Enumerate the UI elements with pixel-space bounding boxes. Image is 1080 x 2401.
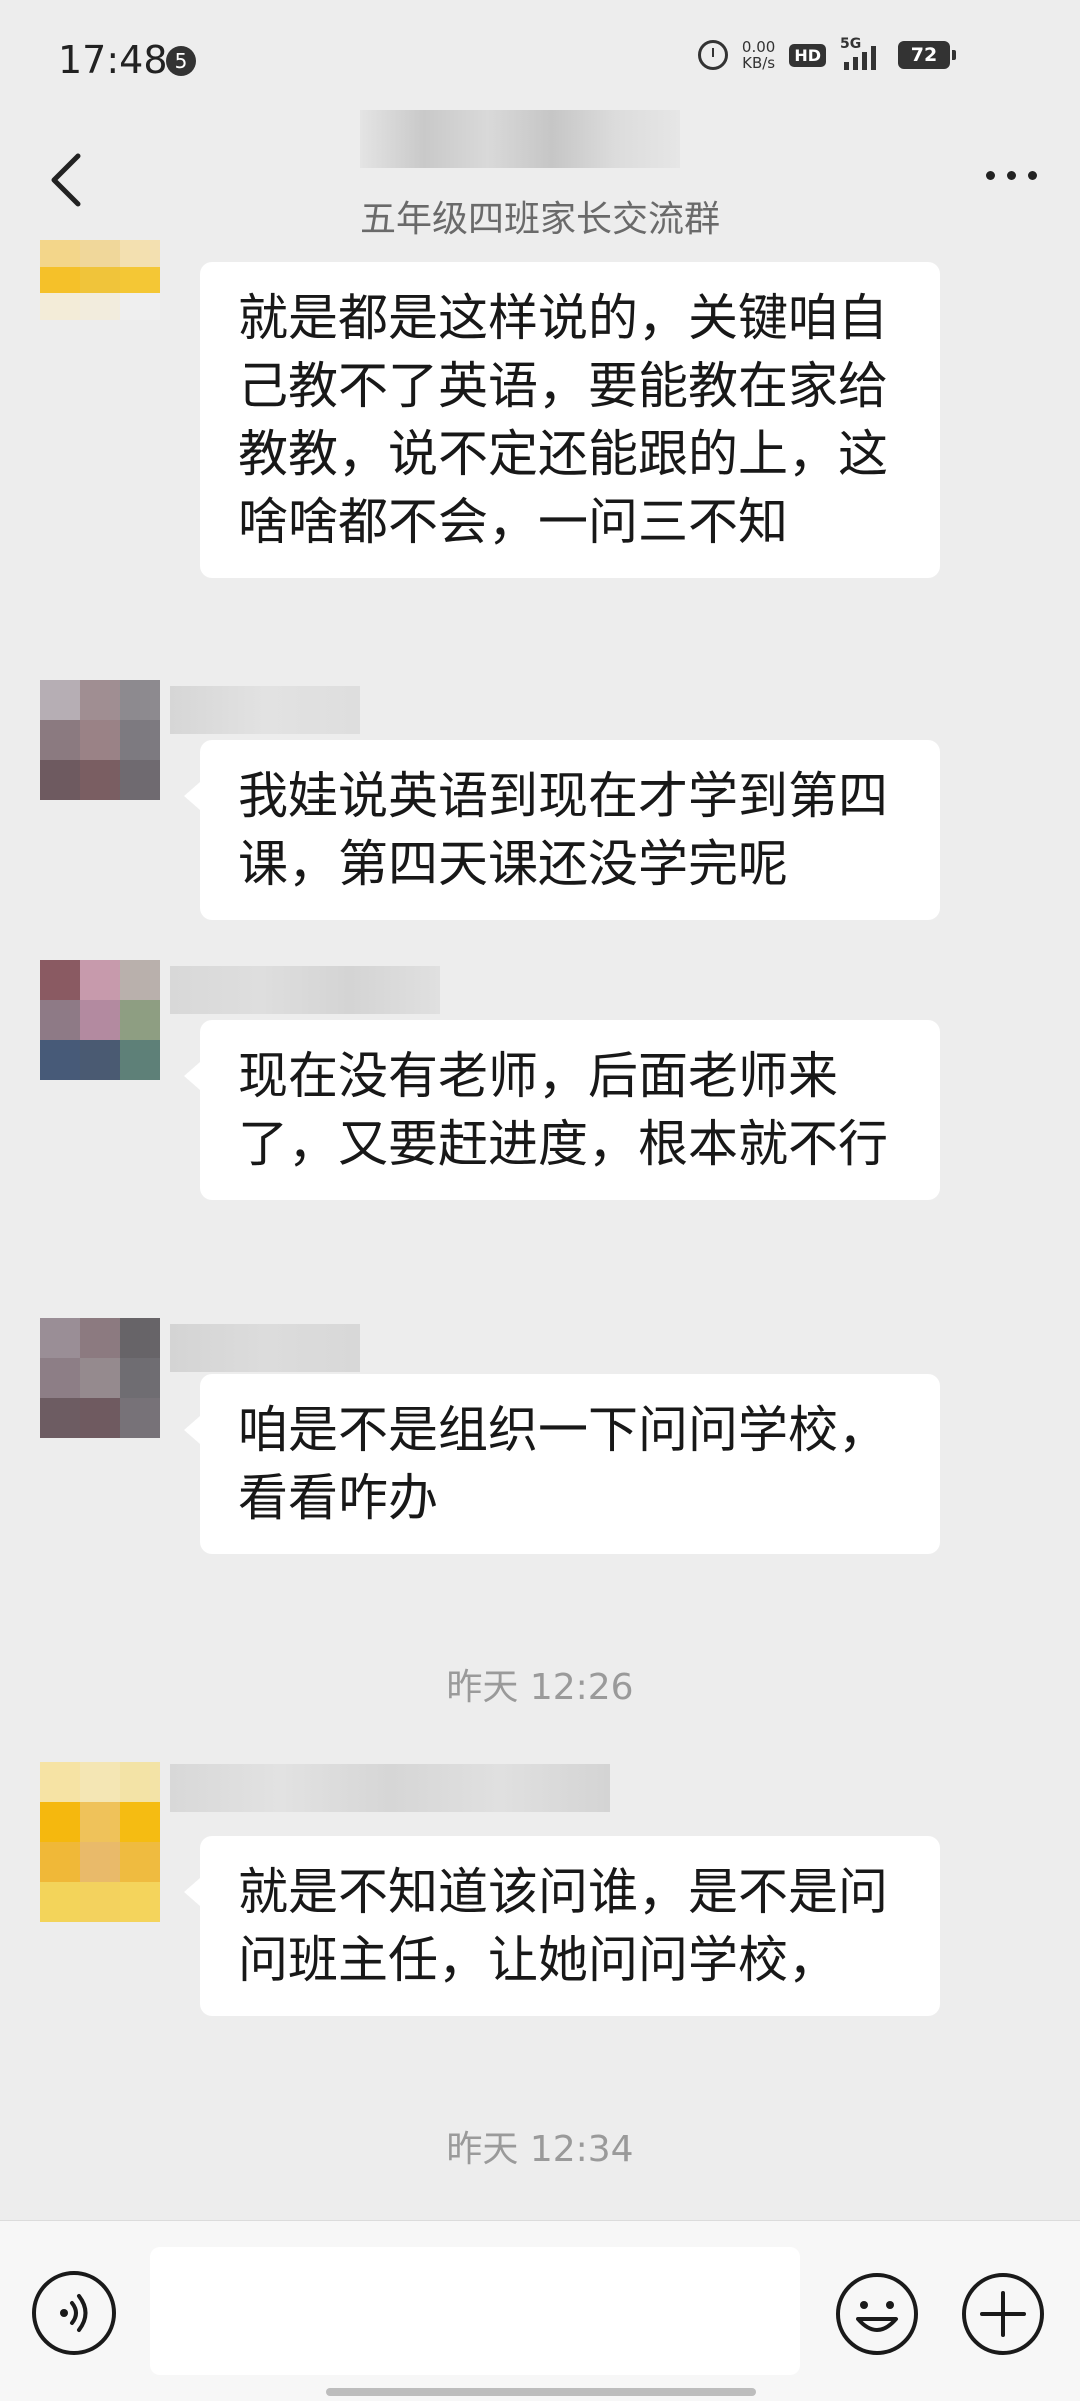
message-bubble[interactable]: 现在没有老师，后面老师来了，又要赶进度，根本就不行 xyxy=(184,1020,940,1200)
message-bubble[interactable]: 就是都是这样说的，关键咱自己教不了英语，要能教在家给教教，说不定还能跟的上，这啥… xyxy=(200,262,940,578)
avatar[interactable] xyxy=(40,1318,160,1438)
plus-icon[interactable] xyxy=(960,2271,1046,2357)
avatar[interactable] xyxy=(40,240,160,320)
nickname-blurred xyxy=(170,966,440,1014)
message-bubble[interactable]: 我娃说英语到现在才学到第四课，第四天课还没学完呢 xyxy=(184,740,940,920)
message-text: 就是不知道该问谁，是不是问问班主任，让她问问学校， xyxy=(238,1863,888,1989)
message-timestamp: 昨天 12:26 xyxy=(446,1667,634,1708)
avatar[interactable] xyxy=(40,680,160,800)
message-list: 就是都是这样说的，关键咱自己教不了英语，要能教在家给教教，说不定还能跟的上，这啥… xyxy=(0,240,1080,2220)
message-text: 就是都是这样说的，关键咱自己教不了英语，要能教在家给教教，说不定还能跟的上，这啥… xyxy=(238,289,888,551)
message-text: 咱是不是组织一下问问学校，看看咋办 xyxy=(238,1401,888,1527)
avatar[interactable] xyxy=(40,1762,160,1922)
message-text: 现在没有老师，后面老师来了，又要赶进度，根本就不行 xyxy=(238,1047,888,1173)
page-title: 五年级四班家长交流群 xyxy=(359,199,720,240)
message-bubble[interactable]: 就是不知道该问谁，是不是问问班主任，让她问问学校， xyxy=(184,1836,940,2016)
voice-icon[interactable] xyxy=(32,2271,116,2355)
message-input[interactable] xyxy=(150,2247,800,2375)
nickname-blurred xyxy=(170,1324,360,1372)
avatar[interactable] xyxy=(40,960,160,1080)
emoji-icon[interactable] xyxy=(834,2271,920,2357)
chat-input-bar xyxy=(0,2220,1080,2401)
nickname-blurred xyxy=(170,1764,610,1812)
group-name-blurred xyxy=(360,110,680,168)
chat-header: 五年级四班家长交流群 xyxy=(0,0,1080,250)
more-dots-icon[interactable] xyxy=(986,160,1046,190)
nickname-blurred xyxy=(170,686,360,734)
message-timestamp: 昨天 12:34 xyxy=(446,2129,634,2170)
home-indicator[interactable] xyxy=(326,2388,756,2396)
message-bubble[interactable]: 咱是不是组织一下问问学校，看看咋办 xyxy=(184,1374,940,1554)
message-text: 我娃说英语到现在才学到第四课，第四天课还没学完呢 xyxy=(238,767,888,893)
